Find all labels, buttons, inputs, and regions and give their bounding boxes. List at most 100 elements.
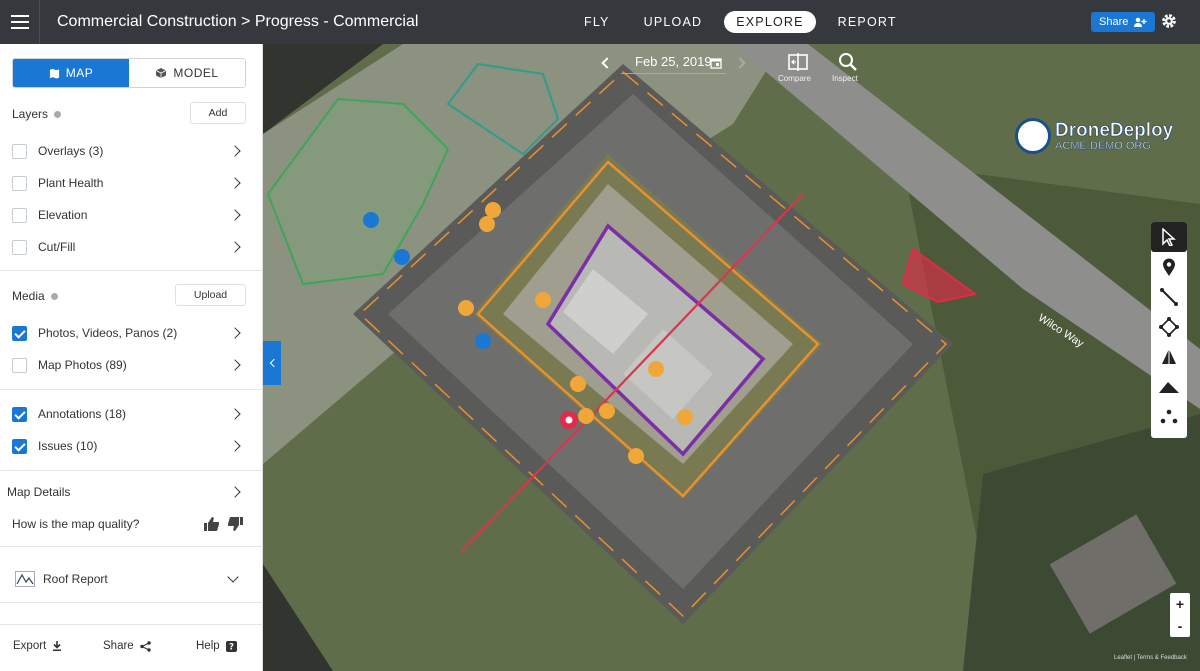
- export-button[interactable]: Export: [13, 640, 62, 652]
- photos-checkbox[interactable]: [12, 325, 27, 341]
- map-details-row[interactable]: Map Details: [0, 477, 262, 507]
- share-footer-button[interactable]: Share: [103, 640, 151, 652]
- divider: [0, 270, 263, 271]
- divider: [0, 546, 263, 547]
- export-label: Export: [13, 640, 47, 652]
- share-label: Share: [1099, 16, 1129, 28]
- plant-health-checkbox[interactable]: [12, 175, 27, 191]
- row-label: Plant Health: [38, 176, 104, 190]
- layer-row-cut-fill[interactable]: Cut/Fill: [0, 232, 262, 262]
- chevron-right-icon: [229, 177, 241, 189]
- row-label: Elevation: [38, 208, 88, 222]
- points-icon: [1160, 409, 1178, 424]
- inspect-label[interactable]: Inspect: [832, 74, 858, 83]
- media-heading: Media: [12, 289, 58, 303]
- map-quality-row: How is the map quality?: [0, 509, 262, 539]
- cut-fill-checkbox[interactable]: [12, 239, 27, 255]
- nav-report[interactable]: REPORT: [826, 11, 909, 33]
- line-tool-button[interactable]: [1151, 282, 1187, 312]
- roof-report-row[interactable]: Roof Report: [0, 564, 262, 594]
- nav-explore[interactable]: EXPLORE: [724, 11, 816, 33]
- add-layer-button[interactable]: Add: [190, 102, 246, 124]
- map-viewport[interactable]: Feb 25, 2019 Compare Inspect DroneDeploy…: [263, 44, 1200, 671]
- chevron-right-icon: [229, 209, 241, 221]
- overlays-checkbox[interactable]: [12, 143, 27, 159]
- info-icon[interactable]: [50, 292, 58, 300]
- row-label: Photos, Videos, Panos (2): [38, 326, 178, 340]
- prev-date-icon[interactable]: [601, 57, 613, 69]
- zoom-in-button[interactable]: +: [1170, 593, 1190, 615]
- view-toggle: MAP MODEL: [12, 58, 246, 88]
- divider: [0, 389, 263, 390]
- collapse-sidebar-button[interactable]: [263, 341, 281, 385]
- select-tool-button[interactable]: [1151, 222, 1187, 252]
- compare-label[interactable]: Compare: [778, 74, 811, 83]
- cube-icon: [156, 68, 167, 78]
- map-view-button[interactable]: MAP: [13, 59, 129, 87]
- calendar-icon[interactable]: [709, 57, 722, 69]
- media-row-photos[interactable]: Photos, Videos, Panos (2): [0, 318, 262, 348]
- map-attribution[interactable]: Leaflet | Terms & Feedback: [1114, 655, 1187, 661]
- area-tool-button[interactable]: [1151, 312, 1187, 342]
- thumbs-up-icon[interactable]: [204, 517, 219, 531]
- model-view-label: MODEL: [173, 66, 219, 80]
- share-icon: [139, 640, 151, 652]
- inspect-icon[interactable]: [838, 52, 858, 72]
- next-date-icon[interactable]: [733, 57, 746, 69]
- svg-text:?: ?: [229, 642, 234, 651]
- compare-icon[interactable]: [788, 53, 808, 71]
- row-label: Issues (10): [38, 439, 98, 453]
- divider: [0, 470, 263, 471]
- issues-row[interactable]: Issues (10): [0, 431, 262, 461]
- org-logo: DroneDeploy ACME DEMO ORG: [1015, 118, 1174, 154]
- map-details-title: Map Details: [7, 485, 71, 499]
- share-button[interactable]: Share: [1091, 12, 1156, 32]
- annotations-row[interactable]: Annotations (18): [0, 399, 262, 429]
- cursor-icon: [1162, 228, 1176, 246]
- chevron-right-icon: [229, 408, 241, 420]
- chevron-right-icon: [229, 359, 241, 371]
- issues-checkbox[interactable]: [12, 438, 27, 454]
- gear-icon[interactable]: [1160, 12, 1178, 30]
- map-photos-checkbox[interactable]: [12, 357, 27, 373]
- row-label: Cut/Fill: [38, 240, 76, 254]
- chevron-right-icon: [229, 327, 241, 339]
- elevation-tool-button[interactable]: [1151, 372, 1187, 402]
- date-selector: Feb 25, 2019: [601, 52, 746, 74]
- nav-upload[interactable]: UPLOAD: [632, 11, 715, 33]
- hamburger-menu-icon[interactable]: [0, 0, 40, 44]
- chevron-right-icon: [229, 486, 241, 498]
- polygon-icon: [1159, 317, 1179, 337]
- thumbs-down-icon[interactable]: [228, 517, 243, 531]
- zoom-out-button[interactable]: -: [1170, 615, 1190, 637]
- help-button[interactable]: Help ?: [196, 640, 237, 652]
- model-view-button[interactable]: MODEL: [129, 59, 245, 87]
- add-user-icon: [1134, 17, 1147, 27]
- layers-title: Layers: [12, 107, 49, 121]
- layer-row-elevation[interactable]: Elevation: [0, 200, 262, 230]
- nav-fly[interactable]: FLY: [572, 11, 622, 33]
- marker-tool-button[interactable]: [1151, 252, 1187, 282]
- chevron-right-icon: [229, 440, 241, 452]
- volume-tool-button[interactable]: [1151, 342, 1187, 372]
- media-row-map-photos[interactable]: Map Photos (89): [0, 350, 262, 380]
- map-quality-question: How is the map quality?: [12, 517, 140, 531]
- points-tool-button[interactable]: [1151, 402, 1187, 432]
- breadcrumb[interactable]: Commercial Construction > Progress - Com…: [57, 13, 418, 31]
- measure-line-icon: [1160, 288, 1178, 306]
- top-bar: Commercial Construction > Progress - Com…: [0, 0, 1200, 44]
- roof-report-icon: [15, 571, 35, 587]
- layers-heading: Layers: [12, 107, 62, 121]
- zoom-control: + -: [1170, 593, 1190, 637]
- elevation-checkbox[interactable]: [12, 207, 27, 223]
- map-icon: [49, 68, 59, 79]
- annotations-checkbox[interactable]: [12, 406, 27, 422]
- divider: [0, 602, 263, 603]
- row-label: Overlays (3): [38, 144, 104, 158]
- help-icon: ?: [225, 640, 237, 652]
- layer-row-overlays[interactable]: Overlays (3): [0, 136, 262, 166]
- location-pin-icon: [1163, 258, 1175, 276]
- upload-media-button[interactable]: Upload: [175, 284, 246, 306]
- info-icon[interactable]: [54, 110, 62, 118]
- layer-row-plant-health[interactable]: Plant Health: [0, 168, 262, 198]
